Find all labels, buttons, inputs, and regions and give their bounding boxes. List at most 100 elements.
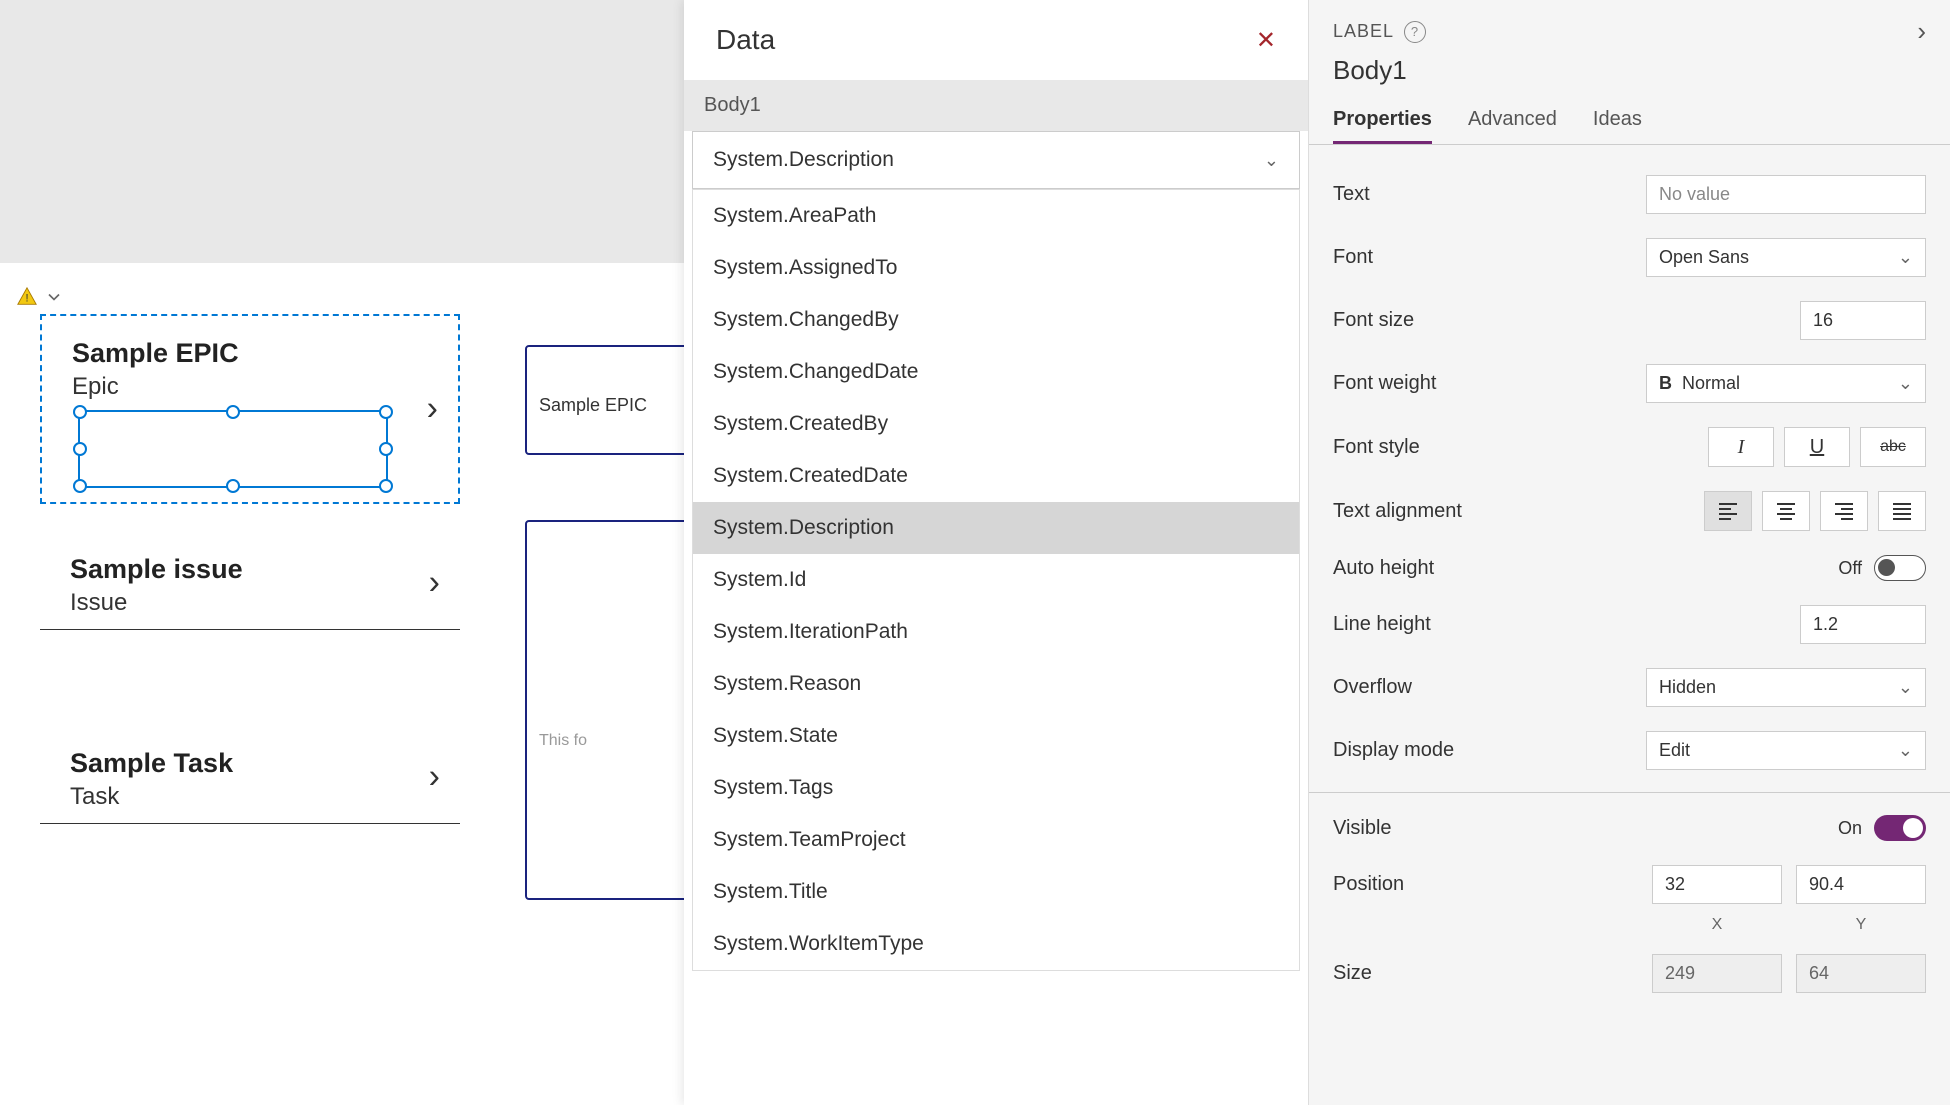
dropdown-option[interactable]: System.Description: [693, 502, 1299, 554]
tab-properties[interactable]: Properties: [1333, 98, 1432, 144]
display-mode-select[interactable]: Edit ⌄: [1646, 731, 1926, 770]
position-x-label: X: [1652, 916, 1782, 934]
underline-button[interactable]: U: [1784, 427, 1850, 467]
resize-handle[interactable]: [226, 405, 240, 419]
resize-handle[interactable]: [226, 479, 240, 493]
prop-label-size: Size: [1333, 962, 1372, 985]
help-icon[interactable]: ?: [1404, 21, 1426, 43]
data-panel-title: Data: [716, 24, 775, 56]
prop-label-alignment: Text alignment: [1333, 500, 1462, 523]
properties-panel: LABEL ? › Body1 Properties Advanced Idea…: [1308, 0, 1950, 1105]
resize-handle[interactable]: [73, 405, 87, 419]
font-weight-select[interactable]: B Normal ⌄: [1646, 364, 1926, 403]
props-label-caption: LABEL: [1333, 21, 1394, 42]
prop-label-fontsize: Font size: [1333, 309, 1414, 332]
props-tabs: Properties Advanced Ideas: [1309, 98, 1950, 145]
dropdown-option[interactable]: System.ChangedBy: [693, 294, 1299, 346]
tab-advanced[interactable]: Advanced: [1468, 98, 1557, 144]
dropdown-option[interactable]: System.State: [693, 710, 1299, 762]
gallery-item-title: Sample EPIC: [72, 338, 458, 369]
overflow-value: Hidden: [1659, 677, 1716, 698]
size-width-input[interactable]: 249: [1652, 954, 1782, 993]
data-element-name: Body1: [684, 80, 1308, 131]
chevron-right-icon[interactable]: ›: [429, 563, 440, 602]
dropdown-option[interactable]: System.AssignedTo: [693, 242, 1299, 294]
visible-value-text: On: [1838, 818, 1862, 839]
prop-label-overflow: Overflow: [1333, 676, 1412, 699]
gallery-item-subtitle: Epic: [72, 373, 458, 401]
selected-body-element[interactable]: [78, 410, 388, 488]
font-select[interactable]: Open Sans ⌄: [1646, 238, 1926, 277]
gallery-item-title: Sample issue: [70, 554, 460, 585]
data-field-dropdown[interactable]: System.Description ⌄: [692, 131, 1300, 189]
dropdown-option[interactable]: System.IterationPath: [693, 606, 1299, 658]
svg-text:!: !: [25, 293, 28, 305]
dropdown-option[interactable]: System.Title: [693, 866, 1299, 918]
align-left-button[interactable]: [1704, 491, 1752, 531]
gallery-item-subtitle: Issue: [70, 589, 460, 617]
overflow-select[interactable]: Hidden ⌄: [1646, 668, 1926, 707]
props-element-name: Body1: [1309, 55, 1950, 98]
align-center-button[interactable]: [1762, 491, 1810, 531]
align-right-button[interactable]: [1820, 491, 1868, 531]
chevron-down-icon: ⌄: [1898, 373, 1913, 394]
resize-handle[interactable]: [379, 479, 393, 493]
font-size-input[interactable]: 16: [1800, 301, 1926, 340]
close-icon[interactable]: ✕: [1256, 26, 1276, 55]
chevron-down-icon: [44, 287, 64, 307]
warning-icon: !: [16, 286, 38, 308]
dropdown-option[interactable]: System.Reason: [693, 658, 1299, 710]
font-weight-value: Normal: [1682, 373, 1740, 394]
autoheight-value-text: Off: [1838, 558, 1862, 579]
detail-title-text: Sample EPIC: [539, 395, 647, 415]
align-justify-button[interactable]: [1878, 491, 1926, 531]
prop-label-fontweight: Font weight: [1333, 372, 1436, 395]
strikethrough-button[interactable]: abc: [1860, 427, 1926, 467]
line-height-input[interactable]: 1.2: [1800, 605, 1926, 644]
chevron-down-icon: ⌄: [1898, 677, 1913, 698]
dropdown-option[interactable]: System.Id: [693, 554, 1299, 606]
prop-label-autoheight: Auto height: [1333, 557, 1434, 580]
dropdown-option[interactable]: System.CreatedBy: [693, 398, 1299, 450]
size-height-input[interactable]: 64: [1796, 954, 1926, 993]
tab-ideas[interactable]: Ideas: [1593, 98, 1642, 144]
dropdown-option[interactable]: System.WorkItemType: [693, 918, 1299, 970]
bold-icon: B: [1659, 373, 1672, 394]
prop-label-visible: Visible: [1333, 817, 1392, 840]
gallery-item-title: Sample Task: [70, 748, 460, 779]
dropdown-options-list: System.AreaPathSystem.AssignedToSystem.C…: [692, 189, 1300, 971]
chevron-right-icon[interactable]: ›: [429, 757, 440, 796]
autoheight-toggle[interactable]: [1874, 555, 1926, 581]
dropdown-option[interactable]: System.AreaPath: [693, 190, 1299, 242]
chevron-down-icon: ⌄: [1264, 150, 1279, 171]
italic-button[interactable]: I: [1708, 427, 1774, 467]
visible-toggle[interactable]: [1874, 815, 1926, 841]
prop-label-fontstyle: Font style: [1333, 436, 1420, 459]
detail-body-hint: This fo: [539, 732, 587, 749]
gallery-item-issue[interactable]: Sample issue Issue ›: [40, 536, 460, 630]
resize-handle[interactable]: [73, 479, 87, 493]
resize-handle[interactable]: [379, 405, 393, 419]
dropdown-selected-value: System.Description: [713, 148, 894, 172]
chevron-down-icon: ⌄: [1898, 247, 1913, 268]
text-input[interactable]: No value: [1646, 175, 1926, 214]
dropdown-option[interactable]: System.Tags: [693, 762, 1299, 814]
gallery-item-task[interactable]: Sample Task Task ›: [40, 730, 460, 824]
dropdown-option[interactable]: System.CreatedDate: [693, 450, 1299, 502]
position-x-input[interactable]: 32: [1652, 865, 1782, 904]
gallery-item-subtitle: Task: [70, 783, 460, 811]
dropdown-option[interactable]: System.TeamProject: [693, 814, 1299, 866]
resize-handle[interactable]: [379, 442, 393, 456]
resize-handle[interactable]: [73, 442, 87, 456]
prop-label-lineheight: Line height: [1333, 613, 1431, 636]
canvas-top-area: [0, 0, 684, 263]
position-y-input[interactable]: 90.4: [1796, 865, 1926, 904]
warning-indicator[interactable]: !: [16, 286, 64, 308]
dropdown-option[interactable]: System.ChangedDate: [693, 346, 1299, 398]
chevron-right-icon[interactable]: ›: [427, 390, 438, 429]
data-panel: Data ✕ Body1 System.Description ⌄ System…: [684, 0, 1308, 1105]
prop-label-text: Text: [1333, 183, 1370, 206]
prop-label-displaymode: Display mode: [1333, 739, 1454, 762]
chevron-right-icon[interactable]: ›: [1917, 16, 1926, 47]
prop-label-position: Position: [1333, 873, 1404, 896]
